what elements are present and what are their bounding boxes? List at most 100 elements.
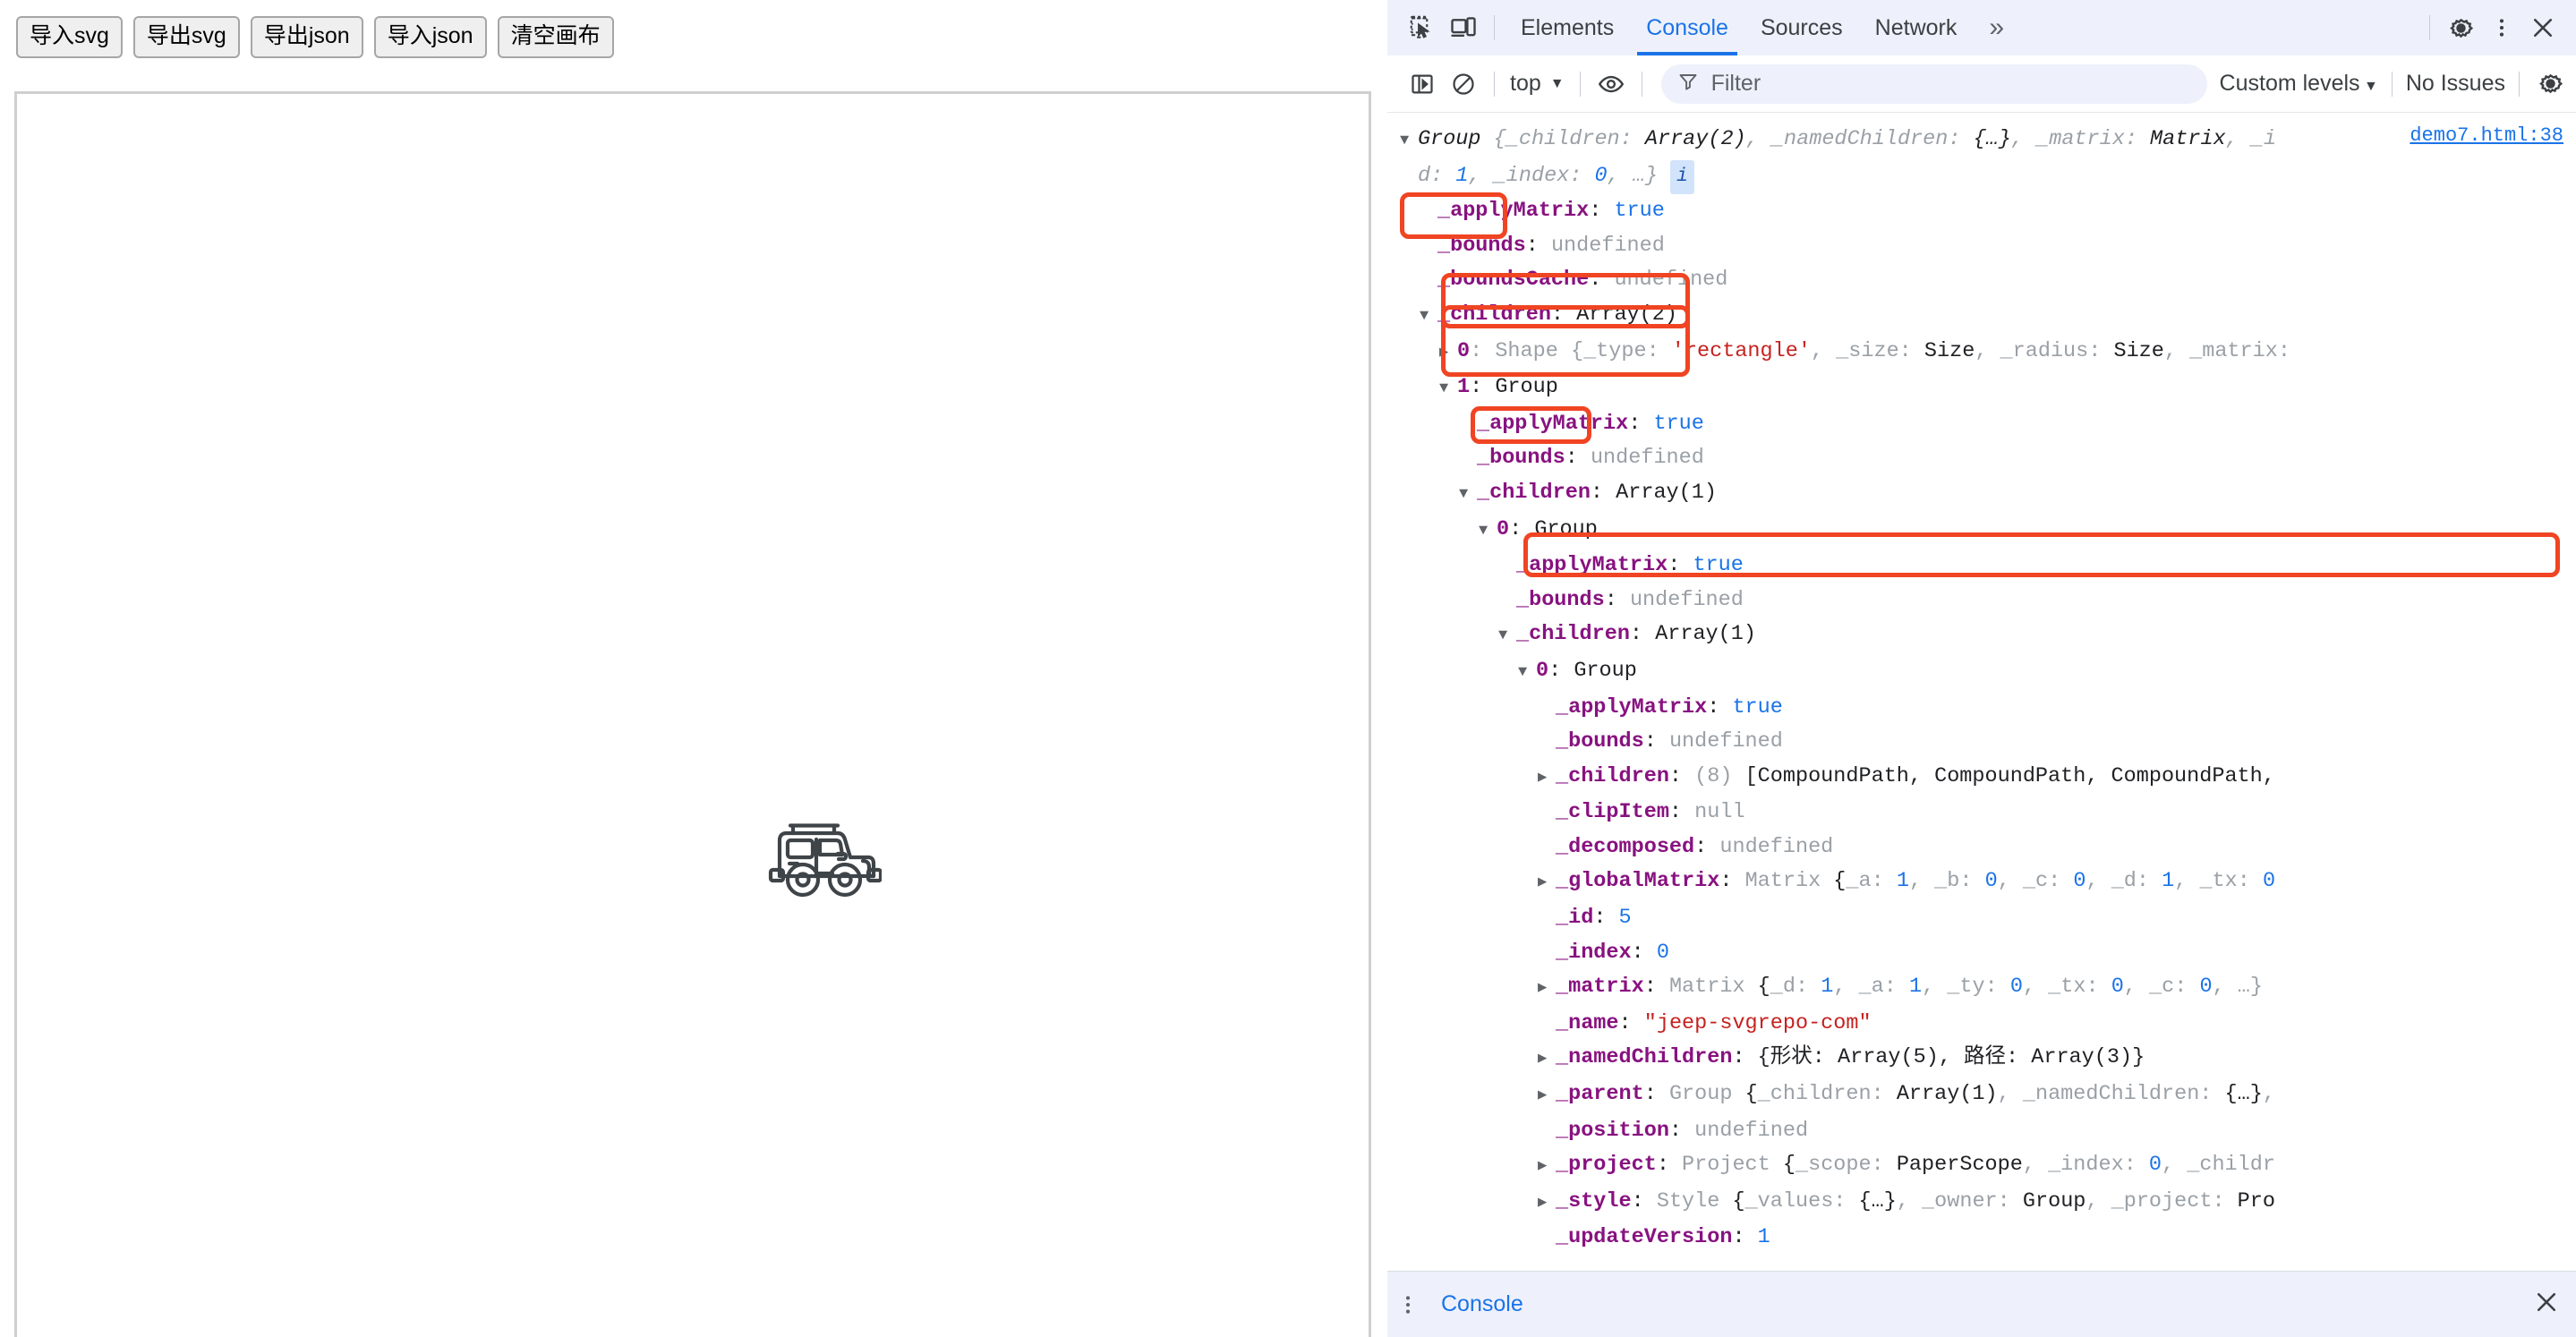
expand-triangle-down-icon[interactable]: ▼ [1518, 656, 1536, 691]
object-tree-line[interactable]: _id: 5 [1387, 901, 2576, 936]
import-svg-button[interactable]: 导入svg [16, 16, 123, 58]
expand-triangle-right-icon[interactable]: ▶ [1538, 762, 1556, 796]
filter-box[interactable] [1661, 64, 2207, 104]
object-tree-line[interactable]: _bounds: undefined [1387, 441, 2576, 476]
object-tree-line[interactable]: ▼_children: Array(1) [1387, 476, 2576, 513]
token: , [2226, 127, 2251, 151]
object-tree-line[interactable]: ▼0: Group [1387, 513, 2576, 549]
gear-icon[interactable] [2440, 7, 2481, 48]
object-tree-line[interactable]: _bounds: undefined [1387, 725, 2576, 760]
token: : [1694, 835, 1719, 859]
drawing-canvas[interactable] [14, 91, 1371, 1337]
token: _children [1437, 302, 1551, 327]
object-tree-line[interactable]: ▼0: Group [1387, 654, 2576, 691]
execution-context-label: top [1510, 71, 1541, 97]
object-tree-line[interactable]: _index: 0 [1387, 936, 2576, 971]
expand-triangle-right-icon[interactable]: ▶ [1538, 1187, 1556, 1222]
object-tree-line[interactable]: ▶_namedChildren: {形状: Array(5), 路径: Arra… [1387, 1041, 2576, 1077]
object-tree-line[interactable]: _bounds: undefined [1387, 583, 2576, 618]
tab-elements[interactable]: Elements [1505, 0, 1630, 55]
tabbar-right-divider [2429, 15, 2430, 40]
tab-console[interactable]: Console [1630, 0, 1744, 55]
sidebar-toggle-icon[interactable] [1402, 64, 1443, 105]
close-icon[interactable] [2522, 7, 2563, 48]
token: : [1813, 1045, 1838, 1069]
token: , [1909, 869, 1934, 893]
token: true [1653, 412, 1703, 436]
token: : [2137, 869, 2162, 893]
token: _index [1556, 941, 1632, 965]
filter-input[interactable] [1710, 70, 2191, 98]
expand-triangle-down-icon[interactable]: ▼ [1400, 124, 1418, 159]
token: : [1668, 553, 1693, 577]
token: undefined [1669, 729, 1783, 754]
jeep-artwork[interactable] [768, 805, 882, 904]
object-tree-line[interactable]: ▶_parent: Group {_children: Array(1), _n… [1387, 1077, 2576, 1114]
object-tree-line[interactable]: ▶_project: Project {_scope: PaperScope, … [1387, 1148, 2576, 1185]
object-tree-line[interactable]: ▼Group {_children: Array(2), _namedChild… [1387, 123, 2576, 159]
issues-counter[interactable]: No Issues [2402, 71, 2509, 97]
export-json-button[interactable]: 导出json [251, 16, 363, 58]
object-tree-line[interactable]: _updateVersion: 1 [1387, 1221, 2576, 1256]
object-tree-line[interactable]: _decomposed: undefined [1387, 830, 2576, 865]
token [1658, 164, 1670, 188]
console-log-area[interactable]: demo7.html:38 ▼Group {_children: Array(2… [1387, 114, 2576, 1271]
token: 路径 [1964, 1045, 2006, 1069]
console-settings-gear-icon[interactable] [2529, 64, 2571, 105]
expand-triangle-down-icon[interactable]: ▼ [1479, 515, 1497, 549]
expand-triangle-right-icon[interactable]: ▶ [1538, 1150, 1556, 1185]
token: _scope [1796, 1153, 1872, 1177]
object-tree-line[interactable]: _applyMatrix: true [1387, 407, 2576, 442]
clear-console-icon[interactable] [1443, 64, 1484, 105]
device-toolbar-icon[interactable] [1443, 7, 1484, 48]
expand-triangle-down-icon[interactable]: ▼ [1439, 372, 1457, 407]
object-tree-line[interactable]: ▶_matrix: Matrix {_d: 1, _a: 1, _ty: 0, … [1387, 970, 2576, 1007]
object-tree-line[interactable]: _bounds: undefined [1387, 229, 2576, 264]
drawer-tab-console[interactable]: Console [1441, 1291, 1523, 1317]
expand-triangle-right-icon[interactable]: ▶ [1439, 336, 1457, 371]
tab-network[interactable]: Network [1859, 0, 1974, 55]
clear-canvas-button[interactable]: 清空画布 [498, 16, 614, 58]
devtools-panel: Elements Console Sources Network » [1387, 0, 2576, 1337]
object-tree-line[interactable]: _applyMatrix: true [1387, 549, 2576, 583]
expand-triangle-right-icon[interactable]: ▶ [1538, 1043, 1556, 1077]
expand-triangle-down-icon[interactable]: ▼ [1498, 619, 1516, 654]
drawer-close-icon[interactable] [2533, 1289, 2560, 1320]
object-tree-line[interactable]: ▼1: Group [1387, 370, 2576, 407]
token: { [1732, 1189, 1744, 1214]
chevron-down-icon: ▼ [2360, 79, 2378, 94]
object-tree-line[interactable]: ▶0: Shape {_type: 'rectangle', _size: Si… [1387, 335, 2576, 371]
object-tree-line[interactable]: ▶_globalMatrix: Matrix {_a: 1, _b: 0, _c… [1387, 864, 2576, 901]
expand-triangle-right-icon[interactable]: ▶ [1538, 972, 1556, 1007]
token: (8) [1694, 764, 1744, 788]
token: : [1707, 695, 1732, 720]
token: 0 [1657, 941, 1669, 965]
object-tree-line[interactable]: ▶_children: (8) [CompoundPath, CompoundP… [1387, 760, 2576, 796]
expand-triangle-right-icon[interactable]: ▶ [1538, 866, 1556, 901]
token: : [1565, 446, 1591, 470]
more-tabs-button[interactable]: » [1973, 0, 2020, 55]
object-tree-line[interactable]: ▶_style: Style {_values: {…}, _owner: Gr… [1387, 1185, 2576, 1222]
object-tree-line[interactable]: _position: undefined [1387, 1114, 2576, 1149]
drawer-kebab-menu-icon[interactable] [1387, 1284, 1429, 1325]
kebab-menu-icon[interactable] [2481, 7, 2522, 48]
object-tree-line[interactable]: _name: "jeep-svgrepo-com" [1387, 1007, 2576, 1042]
log-levels-dropdown[interactable]: Custom levels ▼ [2216, 71, 2382, 97]
object-tree-line[interactable]: d: 1, _index: 0, …} i [1387, 159, 2576, 195]
object-tree-line[interactable]: _boundsCache: undefined [1387, 263, 2576, 298]
execution-context-select[interactable]: top ▼ [1505, 71, 1570, 97]
export-svg-button[interactable]: 导出svg [133, 16, 240, 58]
expand-triangle-down-icon[interactable]: ▼ [1459, 478, 1477, 513]
tab-sources[interactable]: Sources [1744, 0, 1859, 55]
object-tree-line[interactable]: ▼_children: Array(2) [1387, 298, 2576, 335]
inspect-element-icon[interactable] [1402, 7, 1443, 48]
object-tree-line[interactable]: _applyMatrix: true [1387, 194, 2576, 229]
live-expression-icon[interactable] [1591, 64, 1632, 105]
token: Array(1) [1897, 1082, 1998, 1106]
expand-triangle-right-icon[interactable]: ▶ [1538, 1079, 1556, 1114]
object-tree-line[interactable]: _clipItem: null [1387, 796, 2576, 830]
expand-triangle-down-icon[interactable]: ▼ [1420, 300, 1437, 335]
object-tree-line[interactable]: ▼_children: Array(1) [1387, 617, 2576, 654]
import-json-button[interactable]: 导入json [374, 16, 487, 58]
object-tree-line[interactable]: _applyMatrix: true [1387, 691, 2576, 726]
